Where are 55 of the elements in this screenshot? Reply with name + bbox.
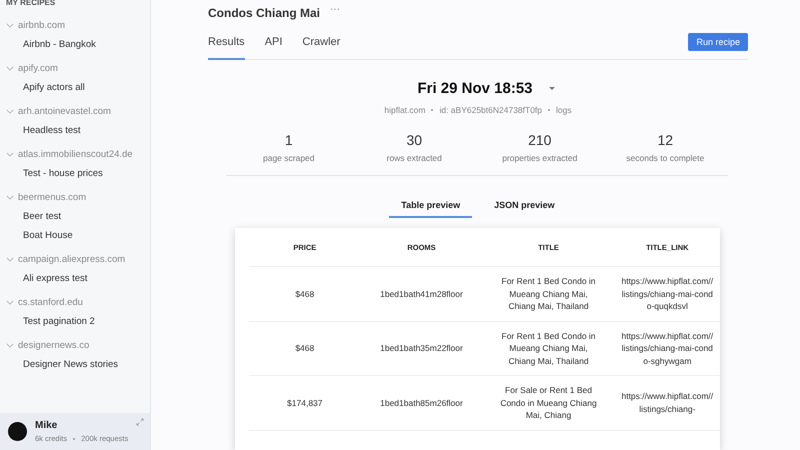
stat-value: 12 bbox=[657, 132, 674, 148]
table-cell: For Rent 1 Bed Condo in Mueang Chiang Mai, Chiang Mai, Thailand bbox=[482, 321, 615, 376]
chevron-icon[interactable] bbox=[6, 152, 14, 156]
chevron-icon[interactable] bbox=[6, 342, 14, 348]
table-cell: 1bed1bath35m22floor bbox=[360, 321, 482, 376]
chevron-icon[interactable] bbox=[6, 66, 14, 70]
separator-dot bbox=[73, 438, 76, 440]
table-cell: $174,837 bbox=[249, 376, 361, 430]
stat-label: properties extracted bbox=[502, 153, 578, 163]
chevron-icon[interactable] bbox=[6, 194, 14, 200]
tab[interactable]: Results bbox=[208, 25, 245, 60]
caret-icon[interactable] bbox=[548, 87, 555, 90]
recipe-item[interactable]: Apify actors all bbox=[0, 83, 150, 93]
recipe-item[interactable]: Beer test bbox=[0, 212, 150, 222]
run-date: Fri 29 Nov 18:53 bbox=[417, 80, 533, 97]
recipe-item[interactable]: Test - house prices bbox=[0, 169, 150, 179]
logs-link[interactable]: logs bbox=[556, 105, 572, 115]
expand-icon[interactable] bbox=[136, 418, 144, 426]
preview-tab[interactable]: JSON preview bbox=[482, 198, 567, 218]
recipe-item[interactable]: Ali express test bbox=[0, 274, 150, 284]
chevron-icon[interactable] bbox=[6, 22, 14, 28]
chevron-icon[interactable] bbox=[6, 300, 14, 304]
table-cell: 1bed1bath41m28floor bbox=[360, 266, 482, 321]
stat-value: 30 bbox=[406, 132, 422, 148]
avatar bbox=[8, 422, 27, 441]
stat-label: seconds to complete bbox=[626, 153, 704, 163]
separator-dot bbox=[431, 109, 434, 111]
table-cell: https://www.hipflat.com//listings/chiang-mai-condo-quqkdsvl bbox=[614, 266, 720, 321]
chevron-icon[interactable] bbox=[6, 256, 14, 262]
table-cell: 1bed1bath85m26floor bbox=[360, 376, 482, 430]
table-cell: https://www.hipflat.com//listings/chiang- bbox=[614, 376, 720, 430]
run-recipe-button[interactable]: Run recipe bbox=[688, 33, 748, 51]
recipe-item[interactable]: Boat House bbox=[0, 231, 150, 241]
chevron-icon[interactable] bbox=[6, 108, 14, 114]
tab[interactable]: API bbox=[264, 25, 282, 60]
recipe-item[interactable]: Airbnb - Bangkok bbox=[0, 40, 150, 50]
table-cell: https://www.hipflat.com//listings/chiang-mai-condo-sghywgam bbox=[614, 321, 720, 376]
table-cell: For Rent 1 Bed Condo in Mueang Chiang Mai, Chiang Mai, Thailand bbox=[482, 266, 615, 321]
stat-label: page scraped bbox=[262, 153, 314, 163]
recipe-item[interactable]: Designer News stories bbox=[0, 360, 150, 370]
stat-label: rows extracted bbox=[386, 153, 442, 163]
preview-tab[interactable]: Table preview bbox=[389, 198, 472, 218]
recipe-title: Condos Chiang Mai bbox=[208, 6, 320, 20]
stat-value: 210 bbox=[528, 132, 552, 148]
run-id: id: aBY625bt6N24738fT0fp bbox=[439, 105, 542, 115]
more-button[interactable]: ··· bbox=[330, 4, 340, 15]
recipe-item[interactable]: Test pagination 2 bbox=[0, 317, 150, 327]
separator-dot bbox=[548, 109, 550, 111]
table-cell: $468 bbox=[249, 321, 361, 376]
table-cell: For Sale or Rent 1 Bed Condo in Mueang Chiang Mai, Chiang bbox=[482, 376, 615, 430]
tab[interactable]: Crawler bbox=[302, 25, 340, 60]
stat-value: 1 bbox=[284, 132, 293, 148]
recipe-item[interactable]: Headless test bbox=[0, 126, 150, 136]
user-name: Mike bbox=[35, 420, 58, 431]
table-cell: $468 bbox=[249, 266, 361, 321]
